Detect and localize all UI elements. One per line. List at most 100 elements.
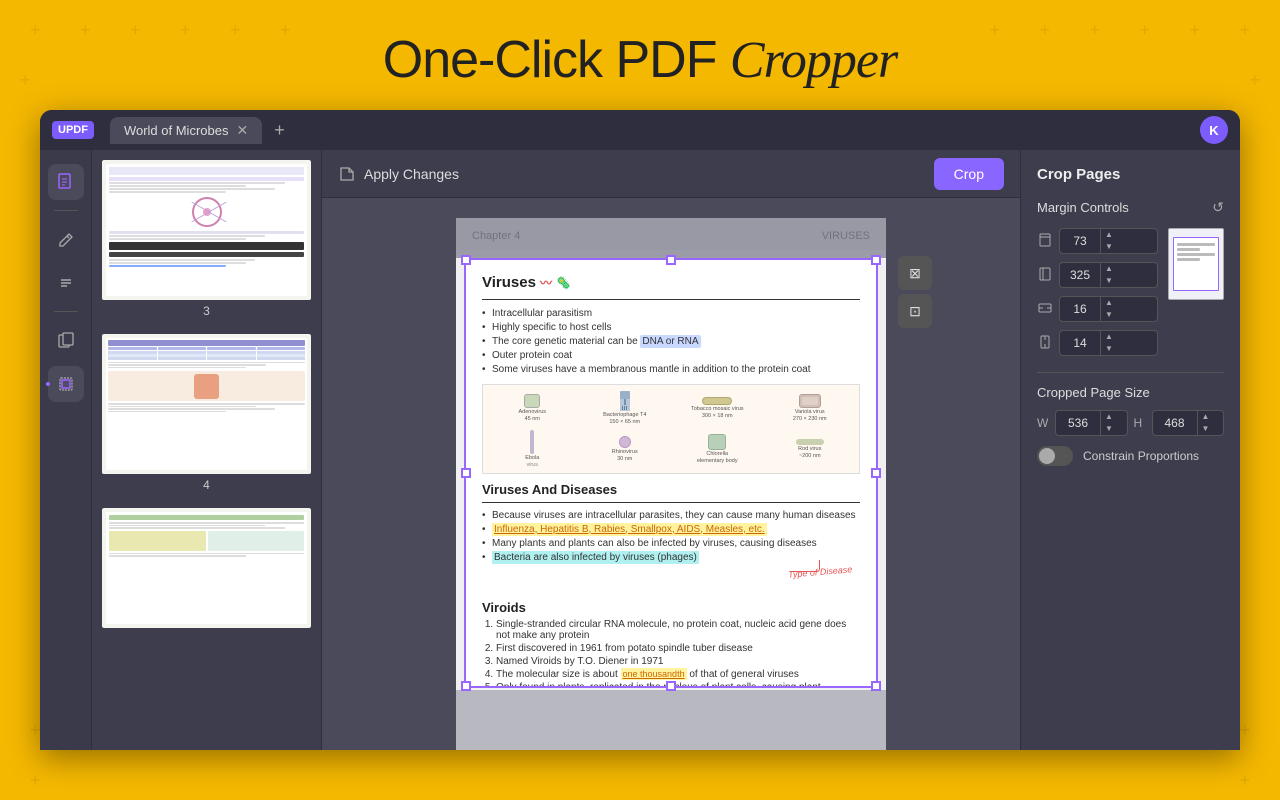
- width-increment[interactable]: ▲: [1101, 411, 1117, 423]
- crop-overlay[interactable]: Viruses 〰 🦠 Intracellular parasitism Hig…: [464, 258, 878, 688]
- outside-crop-top: [456, 218, 886, 258]
- cropped-size-section: Cropped Page Size W ▲ ▼ H ▲: [1037, 385, 1224, 466]
- viroid-item-1: Single-stranded circular RNA molecule, n…: [496, 619, 860, 641]
- sidebar-icon-list[interactable]: [48, 265, 84, 301]
- bullet-item-diseases: Influenza, Hepatitis B, Rabies, Smallpox…: [482, 522, 860, 536]
- pdf-page-wrapper: Chapter 4 VIRUSES: [456, 218, 886, 750]
- preview-line-4: [1177, 258, 1200, 261]
- crop-handle-lm[interactable]: [461, 468, 471, 478]
- bullet-item: Intracellular parasitism: [482, 306, 860, 320]
- sidebar-icon-document[interactable]: [48, 164, 84, 200]
- sidebar-icon-copy[interactable]: [48, 322, 84, 358]
- crop-handle-tr[interactable]: [871, 255, 881, 265]
- phages-highlight: Bacteria are also infected by viruses (p…: [492, 551, 699, 564]
- margin-controls: ▲ ▼: [1037, 228, 1158, 356]
- height-stepper: ▲ ▼: [1197, 411, 1214, 435]
- thumbnail-panel: 3: [92, 150, 322, 750]
- sidebar-icon-crop[interactable]: [48, 366, 84, 402]
- crop-box-btn[interactable]: ⊡: [898, 294, 932, 328]
- margin-horizontal-decrement[interactable]: ▼: [1101, 309, 1117, 321]
- thumbnail-page-3[interactable]: 3: [100, 158, 313, 324]
- margin-left-increment[interactable]: ▲: [1101, 263, 1117, 275]
- sidebar-divider-1: [54, 210, 78, 211]
- crop-handle-bl[interactable]: [461, 681, 471, 691]
- virus-cell-variola: Variola virus 270 × 230 nm: [765, 389, 856, 426]
- header-title-cursive: Cropper: [730, 32, 897, 89]
- margin-vertical-input[interactable]: [1060, 332, 1100, 354]
- margin-left-stepper: ▲ ▼: [1100, 263, 1117, 287]
- size-row: W ▲ ▼ H ▲ ▼: [1037, 410, 1224, 436]
- outside-crop-bottom: [456, 690, 886, 750]
- pdf-page-container[interactable]: Chapter 4 VIRUSES: [322, 198, 1020, 750]
- margin-top-input[interactable]: [1060, 230, 1100, 252]
- viruses-diseases-title: Viruses And Diseases: [482, 482, 860, 497]
- viroid-item-2: First discovered in 1961 from potato spi…: [496, 643, 860, 654]
- preview-line-1: [1177, 243, 1215, 246]
- diseases-bullet-list: Because viruses are intracellular parasi…: [482, 508, 860, 564]
- toggle-knob: [1039, 448, 1055, 464]
- margin-horizontal-input[interactable]: [1060, 298, 1100, 320]
- width-label: W: [1037, 416, 1049, 430]
- active-tab[interactable]: World of Microbes ✕: [110, 117, 262, 144]
- height-increment[interactable]: ▲: [1198, 411, 1214, 423]
- crop-controls-panel: Crop Pages Margin Controls ↺: [1020, 150, 1240, 750]
- width-input[interactable]: [1056, 412, 1100, 434]
- width-decrement[interactable]: ▼: [1101, 423, 1117, 435]
- margin-left-decrement[interactable]: ▼: [1101, 275, 1117, 287]
- crop-handle-tl[interactable]: [461, 255, 471, 265]
- margin-top-stepper: ▲ ▼: [1100, 229, 1117, 253]
- bullet-item: Highly specific to host cells: [482, 320, 860, 334]
- width-input-wrap: ▲ ▼: [1055, 410, 1128, 436]
- page-header: One-Click PDF Cropper: [0, 0, 1280, 110]
- page-content: Viruses 〰 🦠 Intracellular parasitism Hig…: [466, 260, 876, 686]
- margin-vertical-increment[interactable]: ▲: [1101, 331, 1117, 343]
- virus-cell-rod: Rod virus ~200 nm: [765, 428, 856, 469]
- margin-horizontal-stepper: ▲ ▼: [1100, 297, 1117, 321]
- margin-left-input-wrap: ▲ ▼: [1059, 262, 1158, 288]
- crop-handle-rm[interactable]: [871, 468, 881, 478]
- margin-top-decrement[interactable]: ▼: [1101, 241, 1117, 253]
- margin-controls-header: Margin Controls ↺: [1037, 199, 1224, 216]
- dna-rna-highlight: DNA or RNA: [640, 335, 700, 348]
- margin-top-increment[interactable]: ▲: [1101, 229, 1117, 241]
- viroid-item-3: Named Viroids by T.O. Diener in 1971: [496, 656, 860, 667]
- crop-tool-buttons: ⊠ ⊡: [898, 256, 932, 328]
- height-decrement[interactable]: ▼: [1198, 423, 1214, 435]
- margin-left-row: ▲ ▼: [1037, 262, 1158, 288]
- annotation-area: Type of Disease: [482, 572, 860, 592]
- margin-vertical-decrement[interactable]: ▼: [1101, 343, 1117, 355]
- crop-handle-tm[interactable]: [666, 255, 676, 265]
- tab-close-btn[interactable]: ✕: [236, 123, 248, 137]
- sidebar-divider-2: [54, 311, 78, 312]
- virus-cell-ebola: Ebola virus: [487, 428, 578, 469]
- app-window: UPDF World of Microbes ✕ + K: [40, 110, 1240, 750]
- thumbnail-page-4[interactable]: 4: [100, 332, 313, 498]
- sidebar-icon-pen[interactable]: [48, 221, 84, 257]
- thumbnail-page-5[interactable]: [100, 506, 313, 630]
- tab-label: World of Microbes: [124, 123, 229, 138]
- constrain-toggle[interactable]: [1037, 446, 1073, 466]
- width-stepper: ▲ ▼: [1100, 411, 1117, 435]
- section-divider: [482, 299, 860, 300]
- height-input-wrap: ▲ ▼: [1152, 410, 1225, 436]
- crop-handle-br[interactable]: [871, 681, 881, 691]
- reset-icon[interactable]: ↺: [1212, 199, 1224, 216]
- tab-add-btn[interactable]: +: [270, 116, 289, 145]
- virus-cell-rhinovirus: Rhinovirus 30 nm: [580, 428, 671, 469]
- bullet-item: Many plants and plants can also be infec…: [482, 536, 860, 550]
- crop-button[interactable]: Crop: [934, 158, 1004, 190]
- viroid-item-5: Only found in plants, replicated in the …: [496, 682, 860, 686]
- crop-handle-bm[interactable]: [666, 681, 676, 691]
- margin-vertical-stepper: ▲ ▼: [1100, 331, 1117, 355]
- margin-controls-label: Margin Controls: [1037, 200, 1129, 215]
- viruses-section-title: Viruses 〰 🦠: [482, 274, 860, 291]
- crop-fit-btn[interactable]: ⊠: [898, 256, 932, 290]
- height-input[interactable]: [1153, 412, 1197, 434]
- margin-horizontal-input-wrap: ▲ ▼: [1059, 296, 1158, 322]
- virus-cell-chlorella: Chlorella elementary body: [672, 428, 763, 469]
- margin-horizontal-increment[interactable]: ▲: [1101, 297, 1117, 309]
- apply-changes-btn[interactable]: Apply Changes: [364, 166, 459, 182]
- bullet-item: Because viruses are intracellular parasi…: [482, 508, 860, 522]
- margin-left-input[interactable]: [1060, 264, 1100, 286]
- squiggle-decoration: 〰: [540, 274, 552, 291]
